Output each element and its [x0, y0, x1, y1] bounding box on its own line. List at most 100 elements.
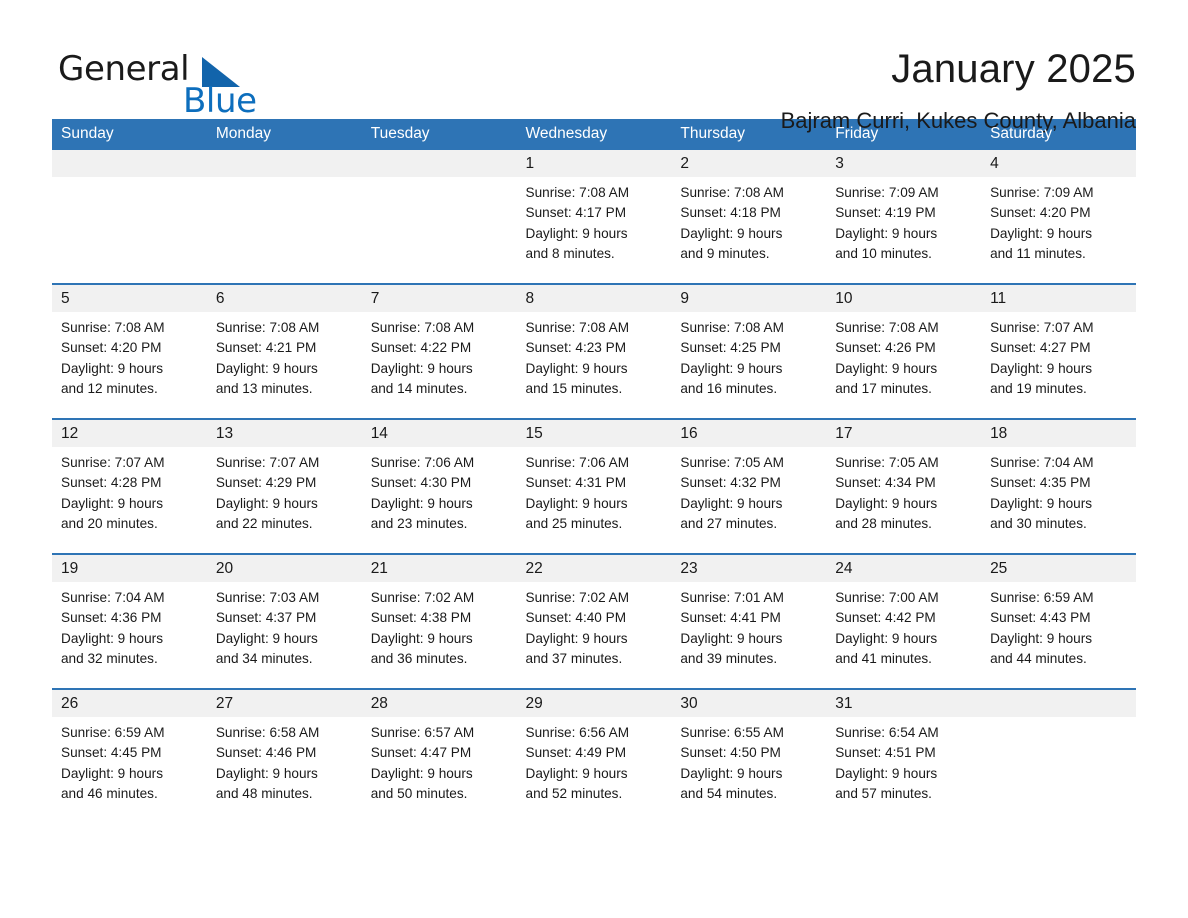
sunrise-text: Sunrise: 7:08 AM	[680, 320, 784, 335]
sunset-text: Sunset: 4:37 PM	[215, 610, 317, 626]
daylight-text-line2: and 57 minutes.	[835, 785, 932, 801]
sunset-text: Sunset: 4:51 PM	[835, 745, 936, 761]
sunrise-text: Sunrise: 7:05 AM	[835, 455, 939, 470]
day-details	[362, 177, 517, 183]
day-cell-7[interactable]: 7 Sunrise: 7:08 AM Sunset: 4:22 PM Daylight…	[361, 283, 517, 419]
day-cell-empty	[981, 688, 1136, 823]
day-cell-inner: 17 Sunrise: 7:05 AM Sunset: 4:34 PM Dayligh…	[826, 420, 982, 553]
day-details: Sunrise: 7:01 AM Sunset: 4:41 PM Daylight:…	[671, 582, 826, 669]
day-details: Sunrise: 7:08 AM Sunset: 4:25 PM Daylight:…	[671, 312, 826, 399]
day-details: Sunrise: 7:07 AM Sunset: 4:28 PM Daylight:…	[52, 447, 207, 534]
day-cell-inner: 11 Sunrise: 7:07 AM Sunset: 4:27 PM Dayligh…	[981, 285, 1136, 418]
day-cell-inner: 16 Sunrise: 7:05 AM Sunset: 4:32 PM Dayligh…	[671, 420, 827, 553]
day-cell-9[interactable]: 9 Sunrise: 7:08 AM Sunset: 4:25 PM Daylight…	[671, 283, 827, 419]
sunset-text: Sunset: 4:29 PM	[215, 475, 317, 491]
sunrise-text: Sunrise: 6:56 AM	[525, 725, 630, 740]
day-cell-inner: 7 Sunrise: 7:08 AM Sunset: 4:22 PM Daylight…	[361, 285, 517, 418]
sunrise-text: Sunrise: 7:05 AM	[680, 455, 784, 470]
sunset-text: Sunset: 4:19 PM	[835, 205, 936, 221]
day-cell-1[interactable]: 1 Sunrise: 7:08 AM Sunset: 4:17 PM Daylight…	[516, 150, 672, 284]
daylight-text-line2: and 9 minutes.	[680, 245, 770, 261]
sunrise-text: Sunrise: 7:08 AM	[525, 185, 630, 200]
daylight-text-line2: and 22 minutes.	[215, 515, 313, 531]
day-number: 25	[981, 555, 1136, 582]
day-cell-3[interactable]: 3 Sunrise: 7:09 AM Sunset: 4:19 PM Daylight…	[826, 150, 982, 284]
sunrise-text: Sunrise: 7:08 AM	[525, 320, 630, 335]
day-cell-10[interactable]: 10 Sunrise: 7:08 AM Sunset: 4:26 PM Dayligh…	[826, 283, 982, 419]
generalblue-logo[interactable]: General Blue	[52, 46, 272, 124]
sunset-text: Sunset: 4:43 PM	[990, 610, 1091, 626]
sunrise-text: Sunrise: 6:59 AM	[61, 725, 165, 740]
sunrise-text: Sunrise: 7:08 AM	[680, 185, 784, 200]
sunrise-text: Sunrise: 6:55 AM	[680, 725, 784, 740]
daylight-text-line1: Daylight: 9 hours	[370, 360, 473, 376]
day-cell-8[interactable]: 8 Sunrise: 7:08 AM Sunset: 4:23 PM Daylight…	[516, 283, 672, 419]
day-details: Sunrise: 7:00 AM Sunset: 4:42 PM Daylight:…	[826, 582, 981, 669]
day-cell-16[interactable]: 16 Sunrise: 7:05 AM Sunset: 4:32 PM Dayligh…	[671, 418, 827, 554]
day-cell-inner: 19 Sunrise: 7:04 AM Sunset: 4:36 PM Dayligh…	[52, 555, 207, 688]
sunrise-text: Sunrise: 7:00 AM	[835, 590, 939, 605]
day-cell-19[interactable]: 19 Sunrise: 7:04 AM Sunset: 4:36 PM Dayligh…	[52, 553, 207, 689]
day-number: 23	[671, 555, 827, 582]
day-cell-31[interactable]: 31 Sunrise: 6:54 AM Sunset: 4:51 PM Dayligh…	[826, 688, 982, 823]
logo-word-blue: Blue	[183, 81, 257, 121]
day-cell-inner: 12 Sunrise: 7:07 AM Sunset: 4:28 PM Dayligh…	[52, 420, 207, 553]
day-cell-26[interactable]: 26 Sunrise: 6:59 AM Sunset: 4:45 PM Dayligh…	[52, 688, 207, 823]
daylight-text-line1: Daylight: 9 hours	[680, 630, 783, 646]
daylight-text-line1: Daylight: 9 hours	[215, 630, 318, 646]
day-number: 14	[361, 420, 517, 447]
day-number: 12	[52, 420, 207, 447]
day-details: Sunrise: 7:06 AM Sunset: 4:31 PM Daylight:…	[517, 447, 672, 534]
sunset-text: Sunset: 4:27 PM	[990, 340, 1091, 356]
day-cell-28[interactable]: 28 Sunrise: 6:57 AM Sunset: 4:47 PM Dayligh…	[361, 688, 517, 823]
sunset-text: Sunset: 4:35 PM	[990, 475, 1091, 491]
day-cell-2[interactable]: 2 Sunrise: 7:08 AM Sunset: 4:18 PM Daylight…	[671, 150, 827, 284]
daylight-text-line1: Daylight: 9 hours	[525, 630, 628, 646]
day-cell-29[interactable]: 29 Sunrise: 6:56 AM Sunset: 4:49 PM Dayligh…	[516, 688, 672, 823]
daylight-text-line1: Daylight: 9 hours	[525, 360, 628, 376]
day-cell-inner: 13 Sunrise: 7:07 AM Sunset: 4:29 PM Dayligh…	[206, 420, 362, 553]
day-number: 18	[981, 420, 1136, 447]
daylight-text-line2: and 16 minutes.	[680, 380, 778, 396]
day-cell-30[interactable]: 30 Sunrise: 6:55 AM Sunset: 4:50 PM Dayligh…	[671, 688, 827, 823]
day-cell-21[interactable]: 21 Sunrise: 7:02 AM Sunset: 4:38 PM Dayligh…	[361, 553, 517, 689]
day-cell-20[interactable]: 20 Sunrise: 7:03 AM Sunset: 4:37 PM Dayligh…	[206, 553, 362, 689]
day-cell-12[interactable]: 12 Sunrise: 7:07 AM Sunset: 4:28 PM Dayligh…	[52, 418, 207, 554]
day-cell-11[interactable]: 11 Sunrise: 7:07 AM Sunset: 4:27 PM Dayligh…	[981, 283, 1136, 419]
day-number	[361, 150, 517, 177]
day-cell-18[interactable]: 18 Sunrise: 7:04 AM Sunset: 4:35 PM Dayligh…	[981, 418, 1136, 554]
day-cell-5[interactable]: 5 Sunrise: 7:08 AM Sunset: 4:20 PM Daylight…	[52, 283, 207, 419]
day-cell-25[interactable]: 25 Sunrise: 6:59 AM Sunset: 4:43 PM Dayligh…	[981, 553, 1136, 689]
day-details: Sunrise: 7:07 AM Sunset: 4:29 PM Daylight:…	[207, 447, 362, 534]
daylight-text-line1: Daylight: 9 hours	[61, 360, 164, 376]
day-number: 3	[826, 150, 982, 177]
day-cell-4[interactable]: 4 Sunrise: 7:09 AM Sunset: 4:20 PM Daylight…	[981, 150, 1136, 284]
day-cell-24[interactable]: 24 Sunrise: 7:00 AM Sunset: 4:42 PM Dayligh…	[826, 553, 982, 689]
day-cell-15[interactable]: 15 Sunrise: 7:06 AM Sunset: 4:31 PM Dayligh…	[516, 418, 672, 554]
day-details: Sunrise: 7:05 AM Sunset: 4:32 PM Daylight:…	[671, 447, 826, 534]
day-cell-inner: 28 Sunrise: 6:57 AM Sunset: 4:47 PM Dayligh…	[361, 690, 517, 823]
day-cell-6[interactable]: 6 Sunrise: 7:08 AM Sunset: 4:21 PM Daylight…	[206, 283, 362, 419]
day-cell-27[interactable]: 27 Sunrise: 6:58 AM Sunset: 4:46 PM Dayligh…	[206, 688, 362, 823]
sunset-text: Sunset: 4:42 PM	[835, 610, 936, 626]
day-number: 11	[981, 285, 1136, 312]
sunset-text: Sunset: 4:17 PM	[525, 205, 627, 221]
sunset-text: Sunset: 4:34 PM	[835, 475, 936, 491]
day-cell-17[interactable]: 17 Sunrise: 7:05 AM Sunset: 4:34 PM Dayligh…	[826, 418, 982, 554]
sunrise-text: Sunrise: 7:09 AM	[835, 185, 939, 200]
day-details	[207, 177, 362, 183]
day-cell-13[interactable]: 13 Sunrise: 7:07 AM Sunset: 4:29 PM Dayligh…	[206, 418, 362, 554]
day-cell-inner: 6 Sunrise: 7:08 AM Sunset: 4:21 PM Daylight…	[206, 285, 362, 418]
daylight-text-line1: Daylight: 9 hours	[680, 765, 783, 781]
day-cell-23[interactable]: 23 Sunrise: 7:01 AM Sunset: 4:41 PM Dayligh…	[671, 553, 827, 689]
day-cell-14[interactable]: 14 Sunrise: 7:06 AM Sunset: 4:30 PM Dayligh…	[361, 418, 517, 554]
day-cell-inner: 2 Sunrise: 7:08 AM Sunset: 4:18 PM Daylight…	[671, 150, 827, 283]
day-number: 28	[361, 690, 517, 717]
weekday-header-tuesday: Tuesday	[361, 119, 517, 150]
day-cell-22[interactable]: 22 Sunrise: 7:02 AM Sunset: 4:40 PM Dayligh…	[516, 553, 672, 689]
daylight-text-line1: Daylight: 9 hours	[215, 360, 318, 376]
day-number: 8	[516, 285, 672, 312]
sunrise-text: Sunrise: 7:03 AM	[215, 590, 320, 605]
day-number: 16	[671, 420, 827, 447]
page-header: General Blue January 2025 Bajram Curri, …	[0, 0, 1188, 133]
